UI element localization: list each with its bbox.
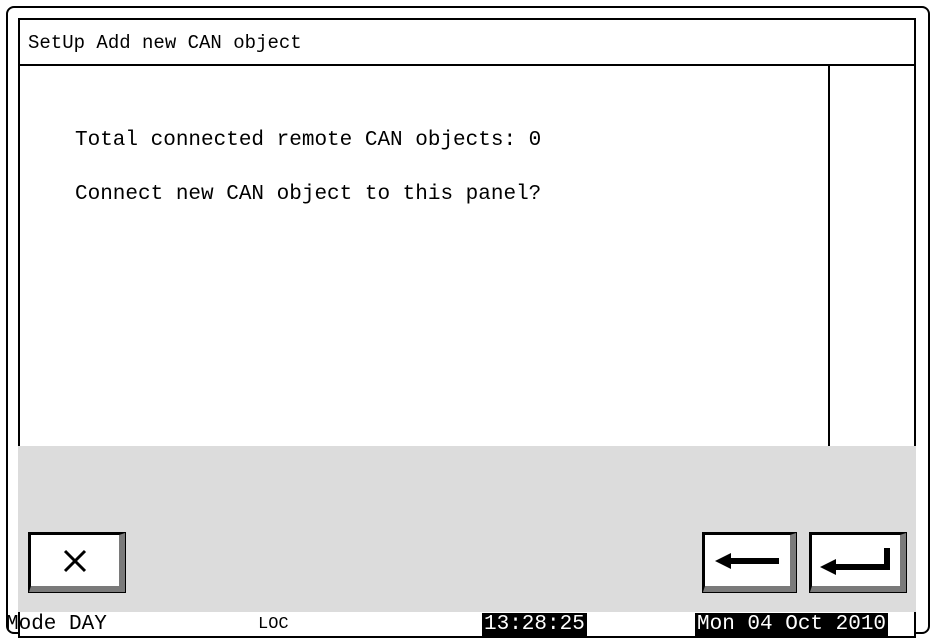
enter-return-icon: [820, 547, 890, 575]
mode-indicator: Mode DAY: [6, 613, 107, 636]
clock-date: Mon 04 Oct 2010: [695, 613, 889, 637]
back-button[interactable]: [702, 532, 797, 593]
message-area: Total connected remote CAN objects: 0 Co…: [18, 64, 916, 446]
scrollbar-divider: [828, 66, 830, 446]
window-title: SetUp Add new CAN object: [18, 18, 916, 65]
connect-question-text: Connect new CAN object to this panel?: [75, 183, 542, 206]
clock-time: 13:28:25: [482, 613, 587, 637]
left-arrow-icon: [714, 552, 779, 569]
status-bar: Mode DAY LOC 13:28:25 Mon 04 Oct 2010: [6, 612, 916, 638]
close-button[interactable]: [28, 532, 126, 593]
enter-button[interactable]: [809, 532, 907, 593]
close-icon: [63, 549, 87, 572]
loc-indicator: LOC: [258, 615, 289, 634]
connected-count-text: Total connected remote CAN objects: 0: [75, 129, 542, 152]
softkey-bar: [18, 446, 916, 612]
